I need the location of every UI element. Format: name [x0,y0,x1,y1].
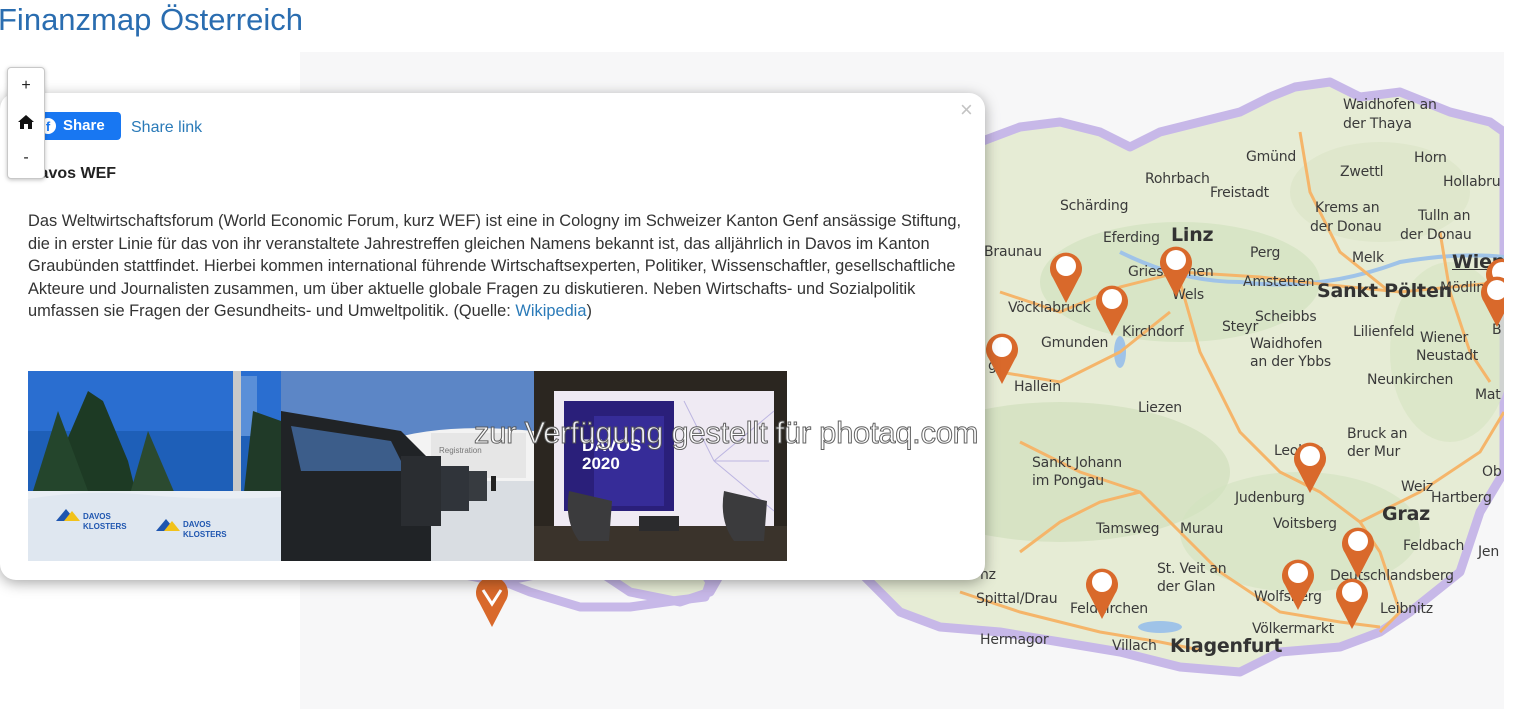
place-gmunden: Gmunden [1041,335,1109,351]
popup-body-end: ) [586,302,592,321]
info-popup: × f Share Share link Davos WEF Das Weltw… [0,93,985,580]
place-hallein: Hallein [1014,379,1061,395]
place-st-veit-2: der Glan [1157,579,1216,595]
place-eferding: Eferding [1103,230,1160,246]
wikipedia-link[interactable]: Wikipedia [515,302,586,320]
map-marker[interactable] [1049,248,1083,304]
close-icon[interactable]: × [960,97,973,123]
map-marker[interactable] [1480,272,1504,328]
stage-text-2020: 2020 [582,454,620,473]
map-marker[interactable] [1281,555,1315,611]
place-voitsberg: Voitsberg [1273,516,1337,532]
place-waidhofen-thaya-1: Waidhofen an [1343,97,1437,113]
place-tulln-2: der Donau [1400,227,1472,243]
popup-body-text: Das Weltwirtschaftsforum (World Economic… [28,212,962,321]
place-weiz: Weiz [1401,479,1434,495]
map-marker[interactable] [1293,438,1327,494]
place-lilienfeld: Lilienfeld [1353,324,1415,340]
place-sankt-johann-2: im Pongau [1032,473,1104,489]
map-marker[interactable] [1095,281,1129,337]
zoom-out-button[interactable]: - [8,140,44,176]
place-melk: Melk [1352,250,1384,266]
place-st-veit-1: St. Veit an [1157,561,1227,577]
place-bruck-1: Bruck an [1347,426,1408,442]
banner-text-2: KLOSTERS [83,522,127,531]
place-leibnitz: Leibnitz [1380,601,1433,617]
place-amstetten: Amstetten [1243,274,1315,290]
place-zwettl: Zwettl [1340,164,1384,180]
photo-davos-klosters-banner[interactable]: DAVOS KLOSTERS DAVOS KLOSTERS [28,371,281,561]
map-marker[interactable] [1335,574,1369,630]
map-marker-active[interactable] [475,572,509,628]
place-freistadt: Freistadt [1210,185,1269,201]
place-tulln-1: Tulln an [1418,208,1471,224]
page-title: Finanzmap Österreich [0,2,303,37]
place-klagenfurt: Klagenfurt [1170,635,1283,657]
watermark: zur Verfügung gestellt für photaq.com [473,415,979,451]
home-button[interactable] [8,104,44,140]
map-marker[interactable] [1085,564,1119,620]
place-sankt-poelten: Sankt Pölten [1317,280,1452,302]
share-link[interactable]: Share link [131,119,202,137]
place-murau: Murau [1180,521,1224,537]
banner-text-3: DAVOS [183,520,212,529]
place-hollabrunn: Hollabru [1443,174,1501,190]
place-neunkirchen: Neunkirchen [1367,372,1454,388]
place-spittal: Spittal/Drau [976,591,1058,607]
place-hermagor: Hermagor [980,632,1049,648]
place-rohrbach: Rohrbach [1145,171,1210,187]
place-feldbach: Feldbach [1403,538,1465,554]
place-sankt-johann-1: Sankt Johann [1032,455,1122,471]
place-steyr: Steyr [1222,319,1259,335]
place-krems-1: Krems an [1315,200,1380,216]
place-villach: Villach [1112,638,1157,654]
map-marker[interactable] [985,329,1019,385]
place-scheibbs: Scheibbs [1255,309,1317,325]
photo-registration-cars[interactable]: Registration [281,371,534,561]
zoom-in-button[interactable]: + [8,68,44,104]
banner-text-4: KLOSTERS [183,530,227,539]
place-waidhofen-thaya-2: der Thaya [1343,116,1412,132]
place-perg: Perg [1250,245,1281,261]
home-icon [18,114,34,129]
zoom-control: + - [7,67,45,179]
place-bruck-2: der Mur [1347,444,1401,460]
place-hartberg: Hartberg [1431,490,1492,506]
place-graz: Graz [1382,503,1431,525]
place-braunau: Braunau [984,244,1042,260]
map-marker[interactable] [1341,523,1375,579]
place-waidhofen-ybbs-1: Waidhofen [1250,336,1323,352]
popup-description: Das Weltwirtschaftsforum (World Economic… [28,210,968,323]
place-oberwart: Ob [1482,464,1502,480]
place-jennersdorf: Jen [1478,544,1500,560]
place-kirchdorf: Kirchdorf [1122,324,1184,340]
place-tamsweg: Tamsweg [1096,521,1160,537]
place-wiener-neustadt-1: Wiener [1420,330,1469,346]
facebook-share-label: Share [63,117,105,134]
place-waidhofen-ybbs-2: an der Ybbs [1250,354,1332,370]
place-liezen: Liezen [1138,400,1182,416]
place-krems-2: der Donau [1310,219,1382,235]
place-gmuend: Gmünd [1246,149,1297,165]
place-mattersburg: Mat [1475,387,1501,403]
photo-davos-2020-stage[interactable]: DAVOS 2020 [534,371,787,561]
banner-text-1: DAVOS [83,512,112,521]
place-horn: Horn [1414,150,1447,166]
map-marker[interactable] [1159,242,1193,298]
place-schaerding: Schärding [1060,198,1129,214]
facebook-share-button[interactable]: f Share [34,112,121,140]
place-wiener-neustadt-2: Neustadt [1416,348,1479,364]
